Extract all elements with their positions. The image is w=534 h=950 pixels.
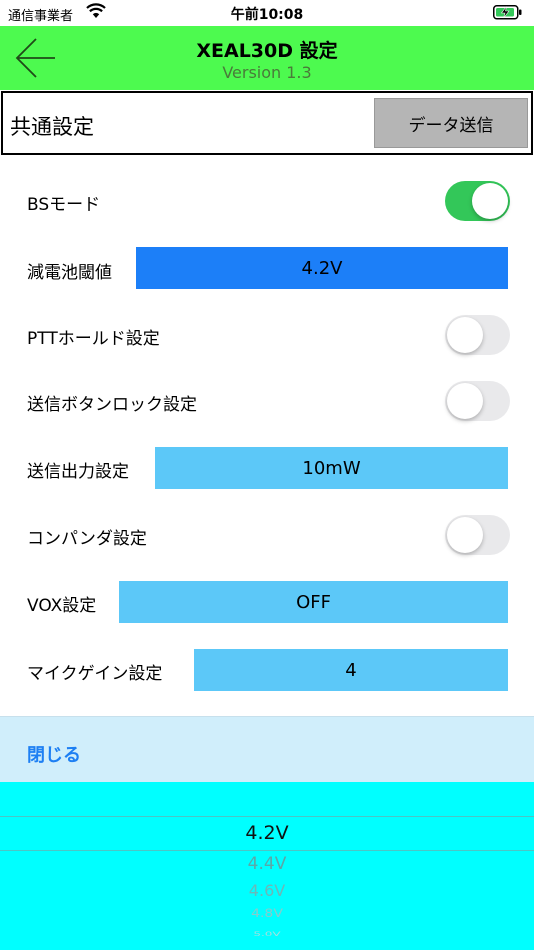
version-label: Version 1.3 [222, 63, 312, 82]
bs-mode-toggle[interactable] [445, 181, 510, 221]
common-settings-header: 共通設定 データ送信 [1, 91, 533, 155]
picker-selection-bottom-line [0, 850, 534, 851]
picker-option[interactable]: 5.0V [0, 931, 534, 938]
status-bar: 通信事業者 午前10:08 [0, 0, 534, 26]
vox-label: VOX設定 [27, 596, 97, 616]
toggle-knob [447, 317, 483, 353]
tx-power-field[interactable]: 10mW [155, 447, 508, 489]
tx-button-lock-toggle[interactable] [445, 381, 510, 421]
value-picker[interactable]: 4.2V 4.4V 4.6V 4.8V 5.0V [0, 782, 534, 950]
mic-gain-field[interactable]: 4 [194, 649, 508, 691]
toggle-knob [472, 183, 508, 219]
tx-button-lock-label: 送信ボタンロック設定 [27, 395, 197, 415]
navigation-bar: XEAL30D 設定 Version 1.3 [0, 26, 534, 90]
vox-field[interactable]: OFF [119, 581, 508, 623]
battery-charging-icon [493, 5, 523, 24]
battery-threshold-field[interactable]: 4.2V [136, 247, 508, 289]
picker-selection-top-line [0, 816, 534, 817]
picker-option[interactable]: 4.8V [0, 908, 534, 921]
status-time: 午前10:08 [230, 7, 304, 23]
ptt-hold-label: PTTホールド設定 [27, 329, 160, 349]
send-data-button[interactable]: データ送信 [374, 98, 528, 148]
picker-toolbar: 閉じる [0, 716, 534, 782]
picker-option[interactable]: 4.6V [0, 881, 534, 900]
battery-threshold-label: 減電池閾値 [27, 263, 112, 283]
page-title: XEAL30D 設定 [196, 40, 338, 62]
compander-label: コンパンダ設定 [27, 529, 147, 549]
tx-power-label: 送信出力設定 [27, 462, 129, 482]
compander-toggle[interactable] [445, 515, 510, 555]
toggle-knob [447, 383, 483, 419]
section-title: 共通設定 [10, 115, 94, 139]
toggle-knob [447, 517, 483, 553]
picker-option[interactable]: 4.4V [0, 854, 534, 874]
bs-mode-label: BSモード [27, 195, 101, 215]
ptt-hold-toggle[interactable] [445, 315, 510, 355]
mic-gain-label: マイクゲイン設定 [27, 664, 163, 684]
close-button[interactable]: 閉じる [27, 741, 81, 767]
picker-option-selected[interactable]: 4.2V [0, 822, 534, 844]
